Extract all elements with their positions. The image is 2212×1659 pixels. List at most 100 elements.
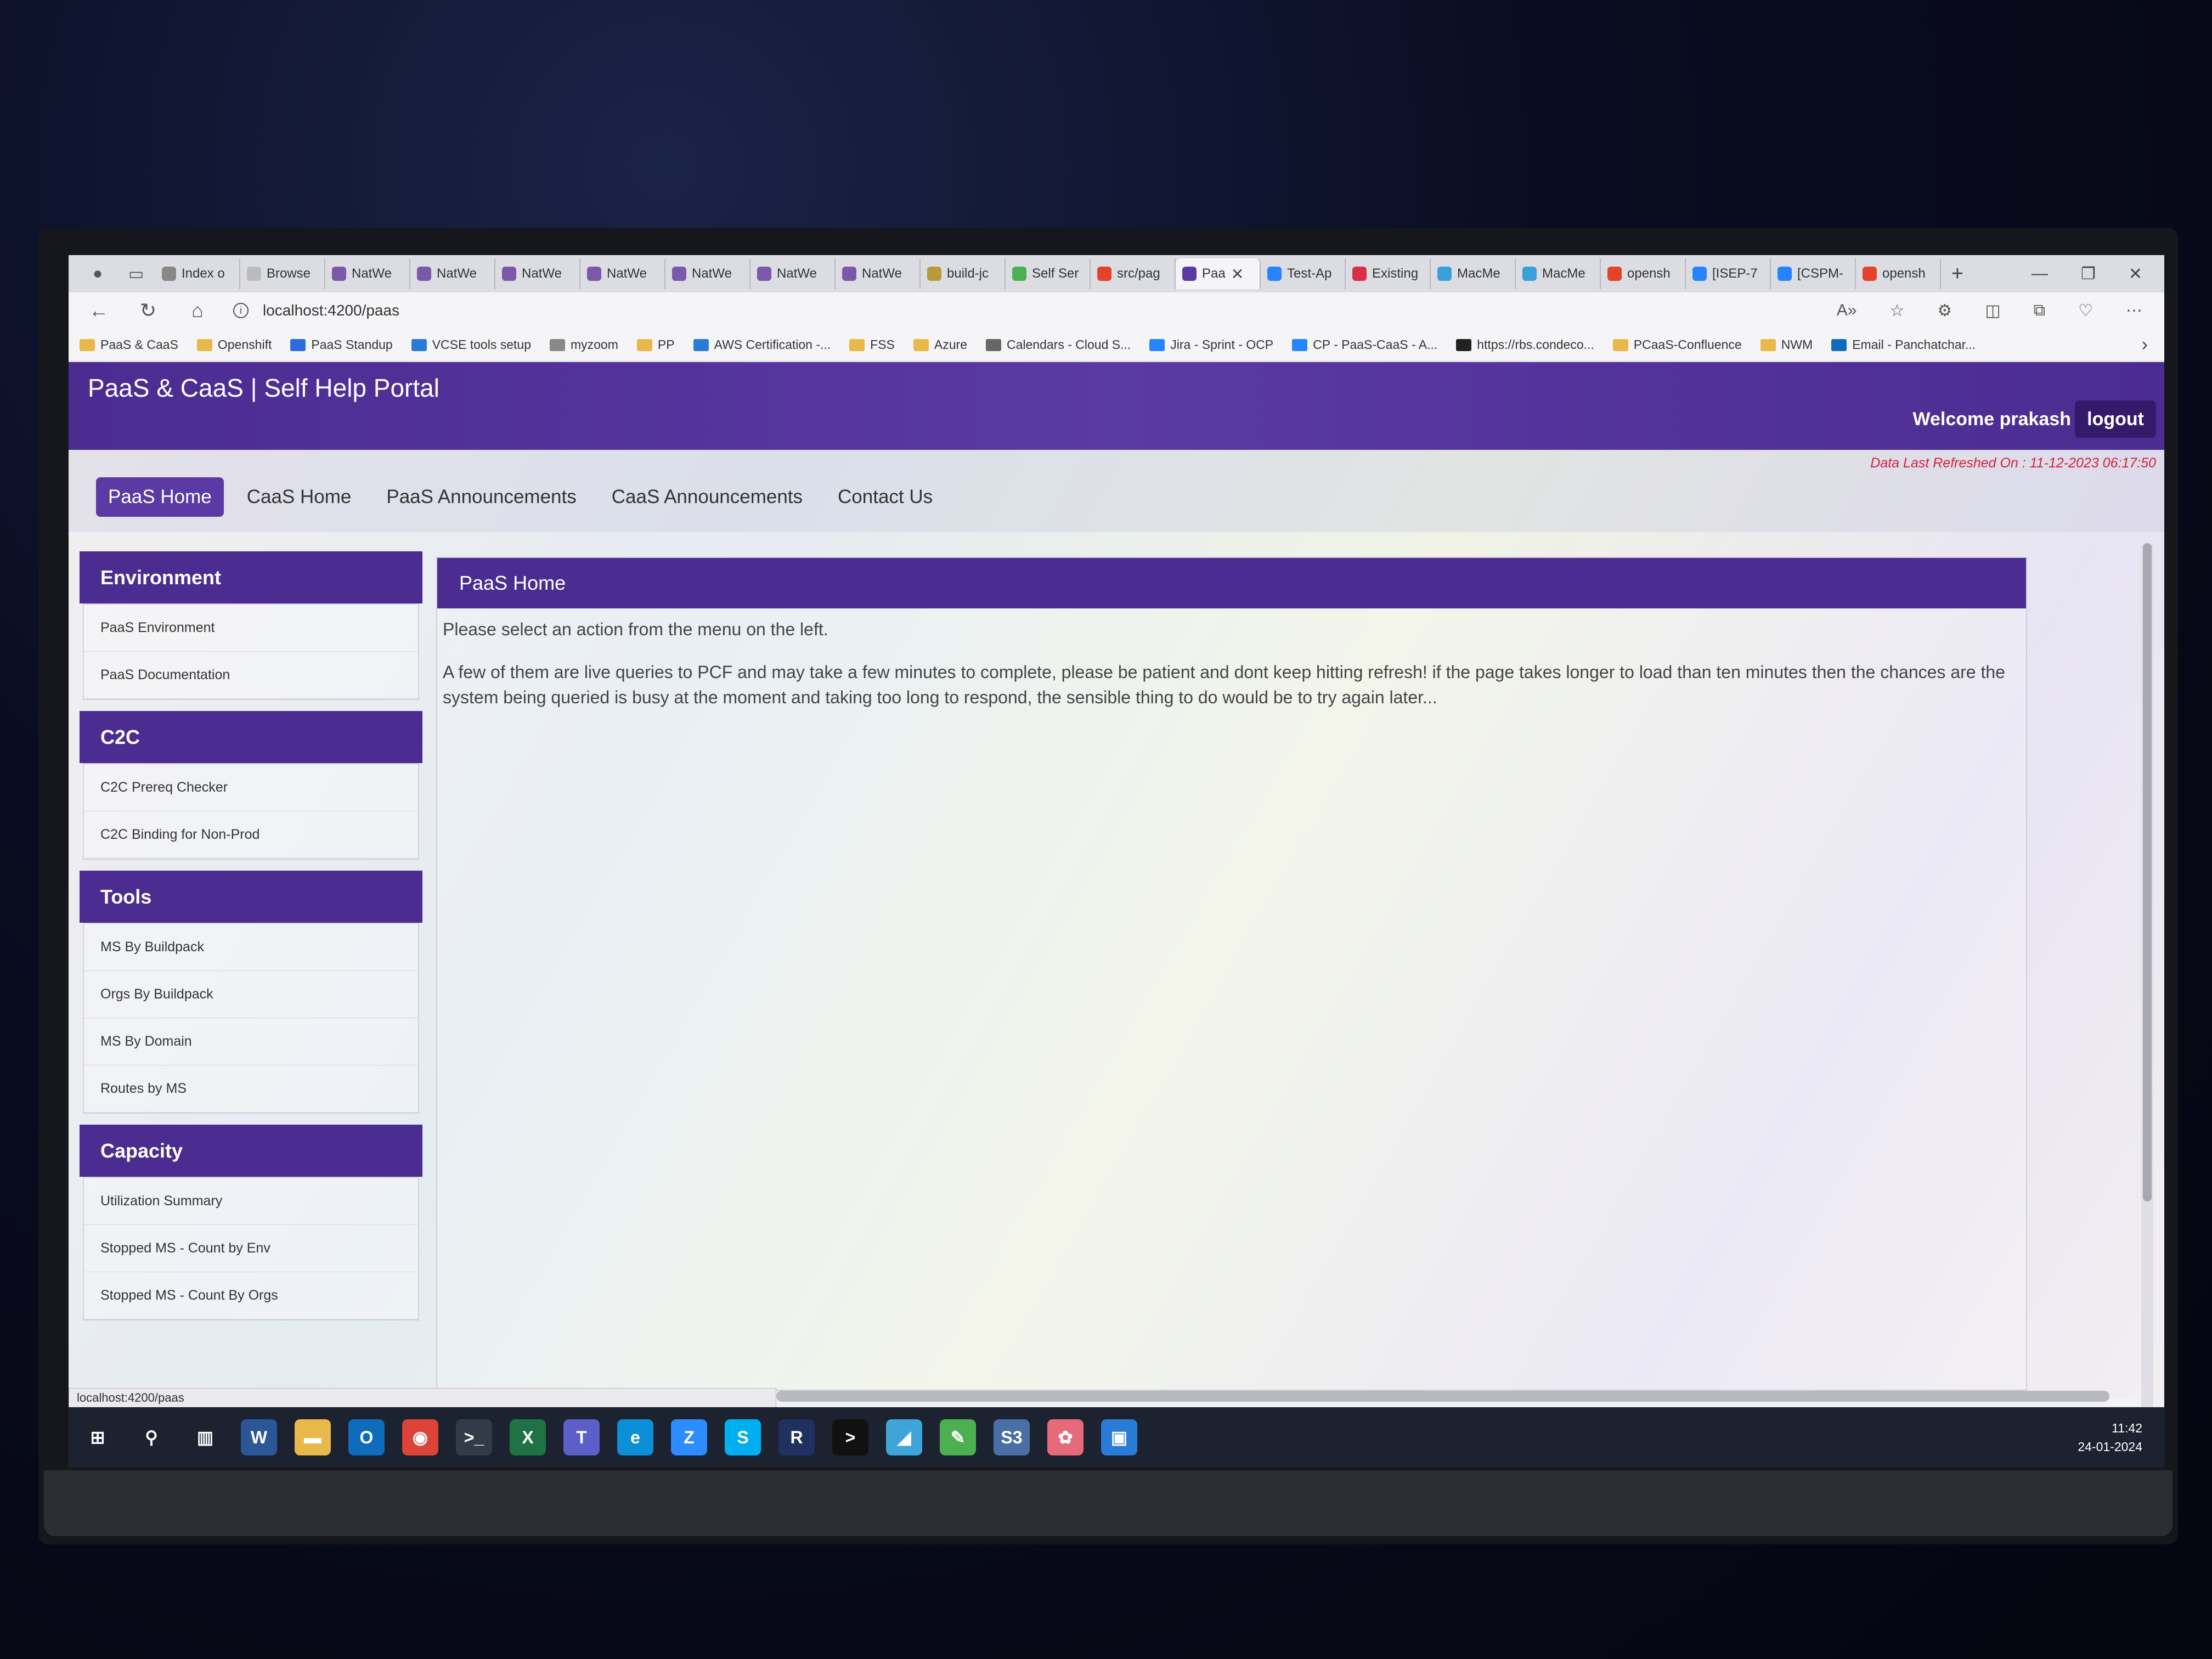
clock-date: 24-01-2024 xyxy=(2078,1440,2142,1454)
browser-tab[interactable]: NatWe xyxy=(751,258,836,289)
bookmarks-overflow-icon[interactable]: › xyxy=(2142,334,2164,356)
skype-icon[interactable]: S xyxy=(725,1419,761,1455)
sidebar-item[interactable]: PaaS Environment xyxy=(84,605,418,652)
nav-link[interactable]: PaaS Home xyxy=(96,477,224,517)
terminal-icon[interactable]: >_ xyxy=(456,1419,492,1455)
browser-tab[interactable]: Self Ser xyxy=(1006,258,1091,289)
r-app-icon[interactable]: R xyxy=(778,1419,815,1455)
sidebar-item[interactable]: MS By Domain xyxy=(84,1018,418,1065)
explorer-icon[interactable]: ▬ xyxy=(295,1419,331,1455)
refresh-icon[interactable]: ↻ xyxy=(134,299,162,322)
bookmark-item[interactable]: Calendars - Cloud S... xyxy=(986,337,1131,352)
sidebar-item[interactable]: Routes by MS xyxy=(84,1065,418,1113)
more-menu-icon[interactable]: ⋯ xyxy=(2126,301,2142,320)
browser-tab[interactable]: MacMe xyxy=(1516,258,1601,289)
bookmark-item[interactable]: myzoom xyxy=(549,337,618,352)
bookmark-item[interactable]: PP xyxy=(636,337,675,352)
extensions-icon[interactable]: ⚙ xyxy=(1937,301,1952,320)
browser-tab[interactable]: build-jc xyxy=(921,258,1006,289)
s3-icon[interactable]: S3 xyxy=(994,1419,1030,1455)
bookmark-item[interactable]: PCaaS-Confluence xyxy=(1612,337,1742,352)
sidebar-item[interactable]: Utilization Summary xyxy=(84,1178,418,1225)
browser-tab[interactable]: NatWe xyxy=(836,258,921,289)
browser-tab[interactable]: [CSPM- xyxy=(1771,258,1856,289)
sidebar-item[interactable]: Orgs By Buildpack xyxy=(84,971,418,1018)
x-icon xyxy=(1522,267,1537,281)
bookmark-item[interactable]: Email - Panchatchar... xyxy=(1831,337,1976,352)
split-screen-icon[interactable]: ◫ xyxy=(1985,301,2000,320)
bookmark-item[interactable]: CP - PaaS-CaaS - A... xyxy=(1292,337,1437,352)
browser-tab[interactable]: NatWe xyxy=(495,258,580,289)
close-tab-icon[interactable]: ✕ xyxy=(1231,265,1244,283)
cmd-icon[interactable]: > xyxy=(832,1419,868,1455)
bookmark-item[interactable]: Openshift xyxy=(196,337,272,352)
profile-icon[interactable]: ● xyxy=(78,255,117,292)
browser-tab[interactable]: NatWe xyxy=(580,258,665,289)
logout-button[interactable]: logout xyxy=(2075,400,2156,438)
taskbar-apps: ⊞ ⚲ ▥ W ▬ O ◉ >_ X Te Z S R > ◢ ✎ S3 ✿ ▣ xyxy=(80,1419,1137,1455)
sidebar-item[interactable]: Stopped MS - Count By Orgs xyxy=(84,1272,418,1319)
tab-actions-icon[interactable]: ▭ xyxy=(117,255,155,292)
bookmark-item[interactable]: https://rbs.condeco... xyxy=(1456,337,1594,352)
browser-tab[interactable]: MacMe xyxy=(1431,258,1516,289)
azure-icon[interactable]: ◢ xyxy=(886,1419,922,1455)
performance-icon[interactable]: ♡ xyxy=(2078,301,2093,320)
nav-link[interactable]: PaaS Announcements xyxy=(374,477,588,517)
browser-tab[interactable]: NatWe xyxy=(325,258,410,289)
read-aloud-icon[interactable]: A» xyxy=(1837,301,1857,320)
back-icon[interactable]: ← xyxy=(85,299,112,322)
scroll-thumb[interactable] xyxy=(2143,543,2152,1201)
teams-icon[interactable]: T xyxy=(563,1419,600,1455)
outlook-icon[interactable]: O xyxy=(348,1419,385,1455)
sidebar-item[interactable]: C2C Prereq Checker xyxy=(84,764,418,811)
site-info-icon[interactable]: i xyxy=(233,303,249,318)
sidebar-item[interactable]: C2C Binding for Non-Prod xyxy=(84,811,418,859)
browser-tab[interactable]: NatWe xyxy=(665,258,751,289)
nav-link[interactable]: Contact Us xyxy=(826,477,945,517)
bookmark-item[interactable]: Jira - Sprint - OCP xyxy=(1149,337,1273,352)
vertical-scrollbar[interactable] xyxy=(2141,543,2153,1468)
chrome-icon[interactable]: ◉ xyxy=(402,1419,438,1455)
browser-tab[interactable]: NatWe xyxy=(410,258,495,289)
favorite-star-icon[interactable]: ☆ xyxy=(1890,301,1905,320)
notepad-icon[interactable]: ✎ xyxy=(940,1419,976,1455)
sidebar-item[interactable]: MS By Buildpack xyxy=(84,924,418,971)
bookmark-item[interactable]: PaaS & CaaS xyxy=(80,337,178,352)
restore-icon[interactable]: ❐ xyxy=(2081,264,2096,284)
browser-tab[interactable]: opensh xyxy=(1601,258,1686,289)
z-app-icon[interactable]: Z xyxy=(671,1419,707,1455)
url-field[interactable]: i localhost:4200/paas xyxy=(233,302,399,319)
nav-link[interactable]: CaaS Home xyxy=(235,477,364,517)
word-icon[interactable]: W xyxy=(241,1419,277,1455)
browser-tab[interactable]: opensh xyxy=(1856,258,1941,289)
excel-icon[interactable]: X xyxy=(510,1419,546,1455)
browser-tab[interactable]: Existing xyxy=(1346,258,1431,289)
browser-tab[interactable]: [ISEP-7 xyxy=(1686,258,1771,289)
browser-tab[interactable]: Browse xyxy=(240,258,325,289)
minimize-icon[interactable]: — xyxy=(2032,264,2048,284)
browser-tab[interactable]: src/pag xyxy=(1091,258,1176,289)
bookmark-item[interactable]: AWS Certification -... xyxy=(693,337,831,352)
bookmark-item[interactable]: VCSE tools setup xyxy=(411,337,531,352)
window-icon[interactable]: ▣ xyxy=(1101,1419,1137,1455)
edge-icon[interactable]: e xyxy=(617,1419,653,1455)
sidebar-item[interactable]: PaaS Documentation xyxy=(84,652,418,699)
bookmark-item[interactable]: PaaS Standup xyxy=(290,337,393,352)
sidebar-item[interactable]: Stopped MS - Count by Env xyxy=(84,1225,418,1272)
horizontal-scrollbar[interactable] xyxy=(776,1391,2109,1402)
collections-icon[interactable]: ⧉ xyxy=(2034,301,2045,320)
home-icon[interactable]: ⌂ xyxy=(184,299,211,322)
bookmark-item[interactable]: FSS xyxy=(849,337,895,352)
new-tab-button[interactable]: + xyxy=(1941,262,1974,286)
start-icon[interactable]: ⊞ xyxy=(80,1419,116,1455)
bookmark-item[interactable]: NWM xyxy=(1760,337,1813,352)
browser-tab[interactable]: Index o xyxy=(155,258,240,289)
search-icon[interactable]: ⚲ xyxy=(133,1419,170,1455)
browser-tab[interactable]: Test-Ap xyxy=(1261,258,1346,289)
browser-tab[interactable]: Paa ✕ xyxy=(1176,258,1261,289)
taskview-icon[interactable]: ▥ xyxy=(187,1419,223,1455)
bookmark-item[interactable]: Azure xyxy=(913,337,967,352)
close-window-icon[interactable]: ✕ xyxy=(2129,264,2142,284)
nav-link[interactable]: CaaS Announcements xyxy=(600,477,815,517)
brain-icon[interactable]: ✿ xyxy=(1047,1419,1084,1455)
